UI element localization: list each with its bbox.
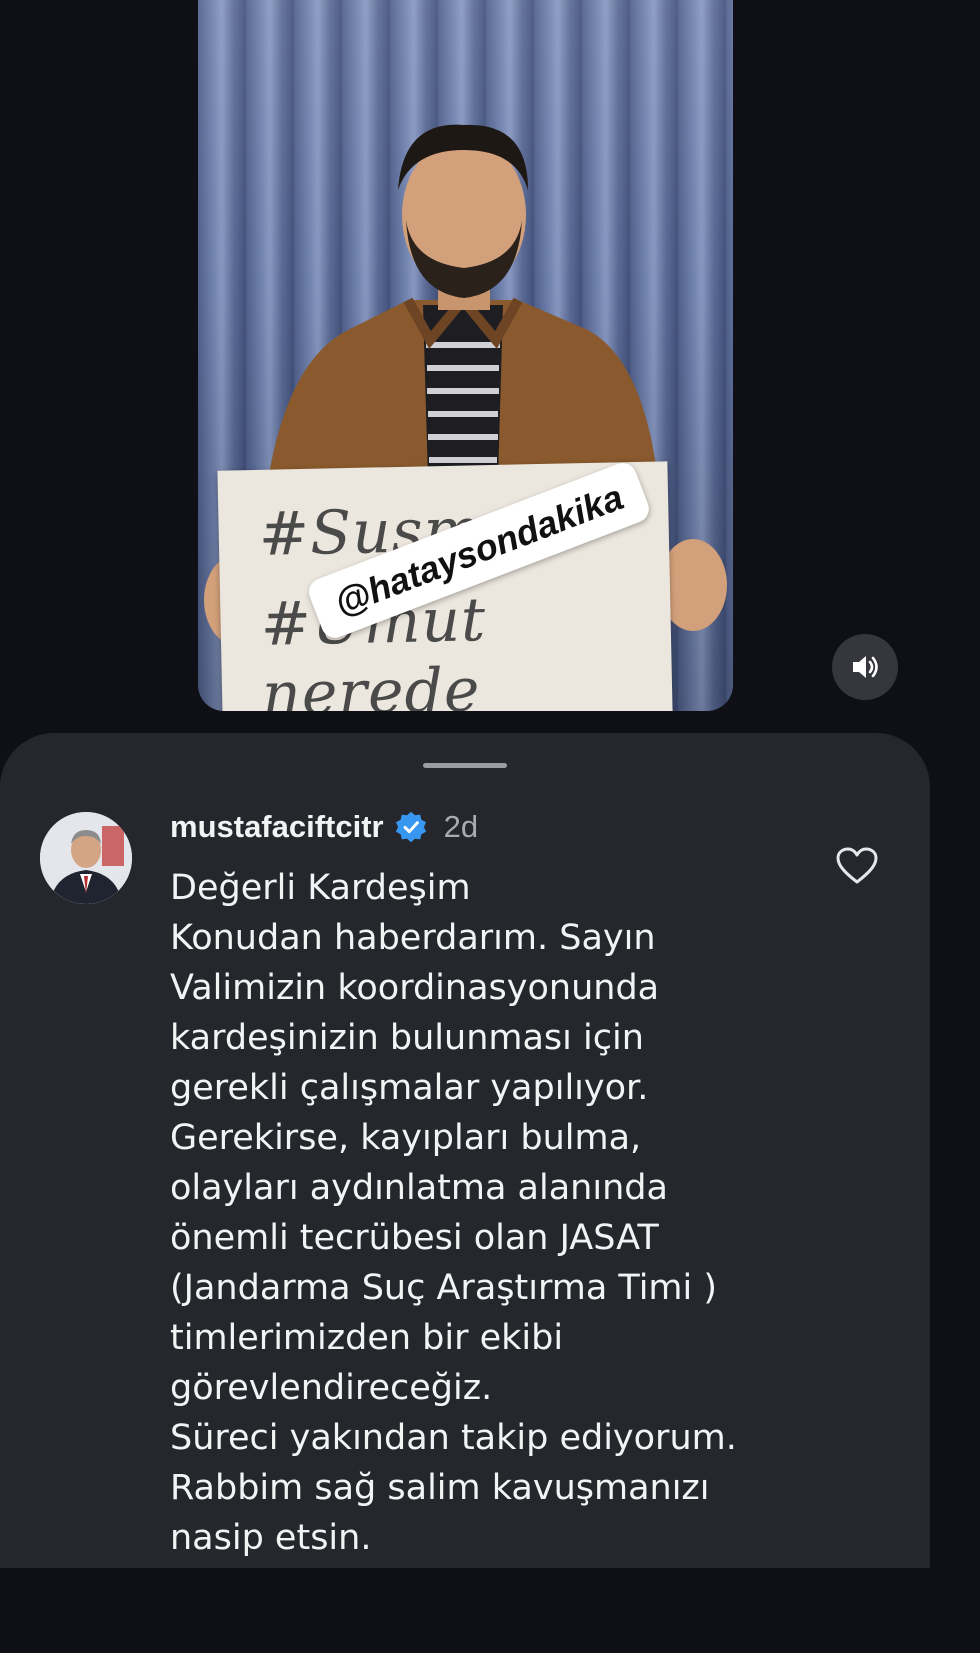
sound-toggle-button[interactable] <box>832 634 898 700</box>
comment-line: olayları aydınlatma alanında <box>170 1168 668 1208</box>
comment-line: Rabbim sağ salim kavuşmanızı <box>170 1468 710 1508</box>
comment-line: nasip etsin. <box>170 1518 372 1558</box>
video-player[interactable]: #Susma #Umut nerede @hataysondakika <box>198 0 733 711</box>
comment-line: önemli tecrübesi olan JASAT <box>170 1218 659 1258</box>
comment-line: kardeşinizin bulunması için <box>170 1018 644 1058</box>
screen: #Susma #Umut nerede @hataysondakika <box>0 0 930 1568</box>
verified-badge-icon <box>395 811 426 843</box>
comment-line: Valimizin koordinasyonunda <box>170 968 660 1008</box>
like-button[interactable] <box>834 843 880 889</box>
comment-line: Konudan haberdarım. Sayın <box>170 918 656 958</box>
comments-sheet: mustafaciftcitr 2d Değerli Kardeşim Konu… <box>0 733 930 1568</box>
comment-line: Süreci yakından takip ediyorum. <box>170 1418 737 1458</box>
heart-outline-icon <box>836 847 878 884</box>
username[interactable]: mustafaciftcitr <box>170 809 384 845</box>
comment-line: gerekli çalışmalar yapılıyor. <box>170 1068 649 1108</box>
comment-line: (Jandarma Suç Araştırma Timi ) <box>170 1268 718 1308</box>
speaker-on-icon <box>853 656 878 678</box>
comment-line: timlerimizden bir ekibi <box>170 1318 564 1358</box>
comment-line: Gerekirse, kayıpları bulma, <box>170 1118 642 1158</box>
comment-line: Değerli Kardeşim <box>170 868 471 908</box>
comment-header: mustafaciftcitr 2d <box>170 807 478 847</box>
comment-line: görevlendireceğiz. <box>170 1368 493 1408</box>
profile-photo <box>40 812 132 904</box>
drag-handle[interactable] <box>423 763 507 768</box>
comment-text: Değerli Kardeşim Konudan haberdarım. Say… <box>170 863 810 1563</box>
comment-time: 2d <box>443 809 479 844</box>
avatar[interactable] <box>40 812 132 904</box>
